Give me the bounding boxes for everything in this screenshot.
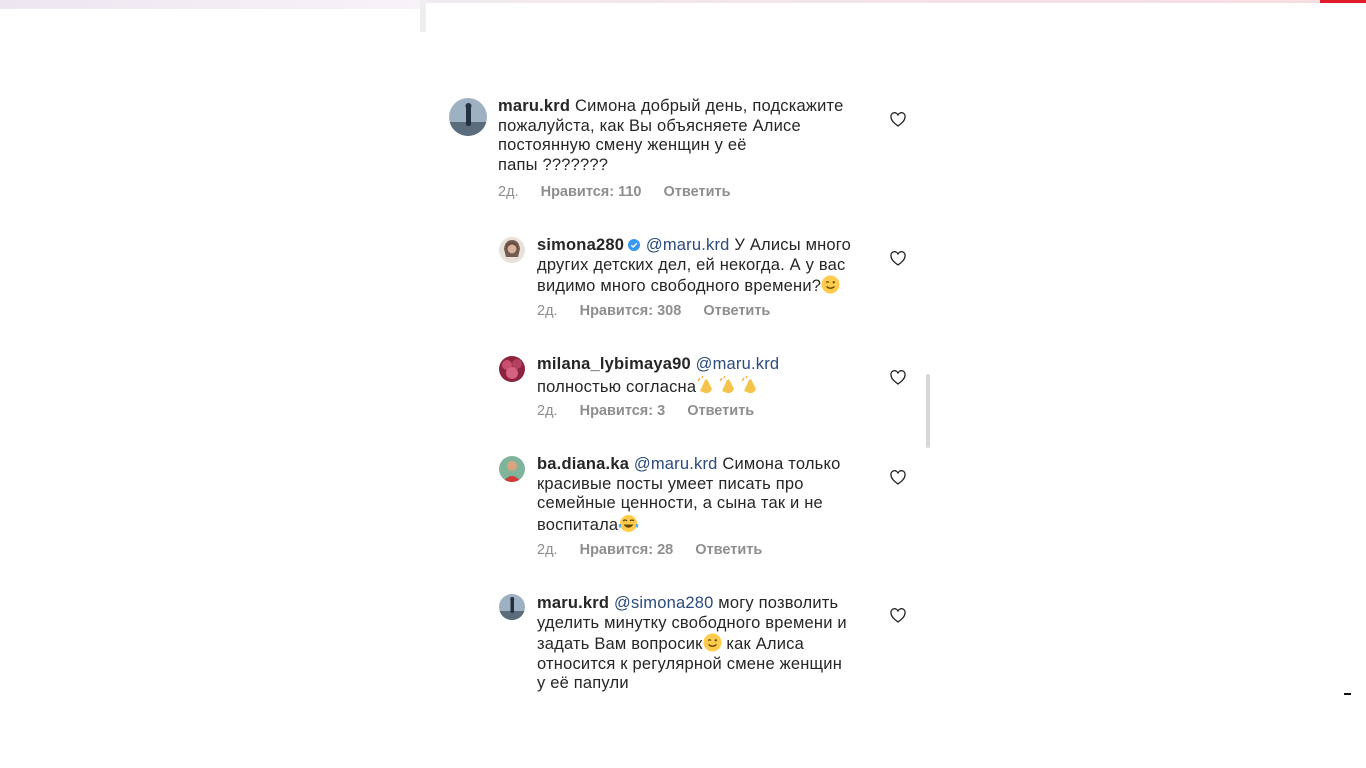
heart-outline-icon[interactable] — [890, 470, 906, 485]
heart-outline-icon[interactable] — [890, 370, 906, 385]
avatar[interactable] — [499, 594, 525, 620]
comment-likes[interactable]: Нравится: 3 — [580, 403, 666, 419]
top-bar-accent — [1320, 0, 1366, 3]
top-bar-left — [0, 0, 420, 9]
comment-username[interactable]: milana_lybimaya90 — [537, 355, 691, 373]
heart-outline-icon[interactable] — [890, 608, 906, 623]
comment-meta: 2д. Нравится: 110 Ответить — [498, 184, 749, 200]
tears-of-joy-icon — [618, 514, 639, 532]
comment-meta: 2д. Нравится: 3 Ответить — [537, 403, 772, 419]
winking-face-icon — [703, 633, 722, 652]
reply-button[interactable]: Ответить — [687, 403, 754, 419]
reply-button[interactable]: Ответить — [703, 303, 770, 319]
comment-time: 2д. — [498, 184, 519, 200]
avatar[interactable] — [499, 356, 525, 382]
comment-text: maru.krd Симона добрый день, подскажите … — [498, 97, 844, 174]
comment-text: milana_lybimaya90 @maru.krd полностью со… — [537, 355, 780, 396]
mention-link[interactable]: @maru.krd — [646, 236, 730, 254]
comment-text: ba.diana.ka @maru.krd Симона только крас… — [537, 455, 841, 534]
comment-likes[interactable]: Нравится: 28 — [580, 542, 674, 558]
mention-link[interactable]: @maru.krd — [634, 455, 718, 473]
comment-username[interactable]: ba.diana.ka — [537, 455, 629, 473]
comment-time: 2д. — [537, 542, 558, 558]
verified-badge-icon — [628, 239, 641, 251]
reply-button[interactable]: Ответить — [664, 184, 731, 200]
comment-likes[interactable]: Нравится: 110 — [541, 184, 642, 200]
comment-meta: 2д. Нравится: 308 Ответить — [537, 303, 788, 319]
top-bar-divider — [420, 0, 426, 32]
heart-outline-icon[interactable] — [890, 112, 906, 127]
avatar[interactable] — [449, 98, 487, 136]
comment-time: 2д. — [537, 303, 558, 319]
reply-button[interactable]: Ответить — [695, 542, 762, 558]
cursor-mark — [1344, 693, 1351, 695]
comment-time: 2д. — [537, 403, 558, 419]
comment-username[interactable]: maru.krd — [498, 97, 570, 115]
comment-likes[interactable]: Нравится: 308 — [580, 303, 682, 319]
avatar[interactable] — [499, 237, 525, 263]
clapping-hands-icon — [696, 375, 762, 396]
winking-face-icon — [821, 275, 840, 294]
top-bar-right — [426, 0, 1320, 3]
scrollbar-thumb[interactable] — [926, 374, 930, 448]
comment-username[interactable]: simona280 — [537, 236, 624, 254]
mention-link[interactable]: @maru.krd — [696, 355, 780, 373]
avatar[interactable] — [499, 456, 525, 482]
comment-username[interactable]: maru.krd — [537, 594, 609, 612]
comment-meta: 2д. Нравится: 28 Ответить — [537, 542, 780, 558]
heart-outline-icon[interactable] — [890, 251, 906, 266]
mention-link[interactable]: @simona280 — [614, 594, 713, 612]
comment-text: maru.krd @simona280 могу позволить удели… — [537, 594, 847, 692]
comment-text: simona280 @maru.krd У Алисы много других… — [537, 236, 852, 295]
